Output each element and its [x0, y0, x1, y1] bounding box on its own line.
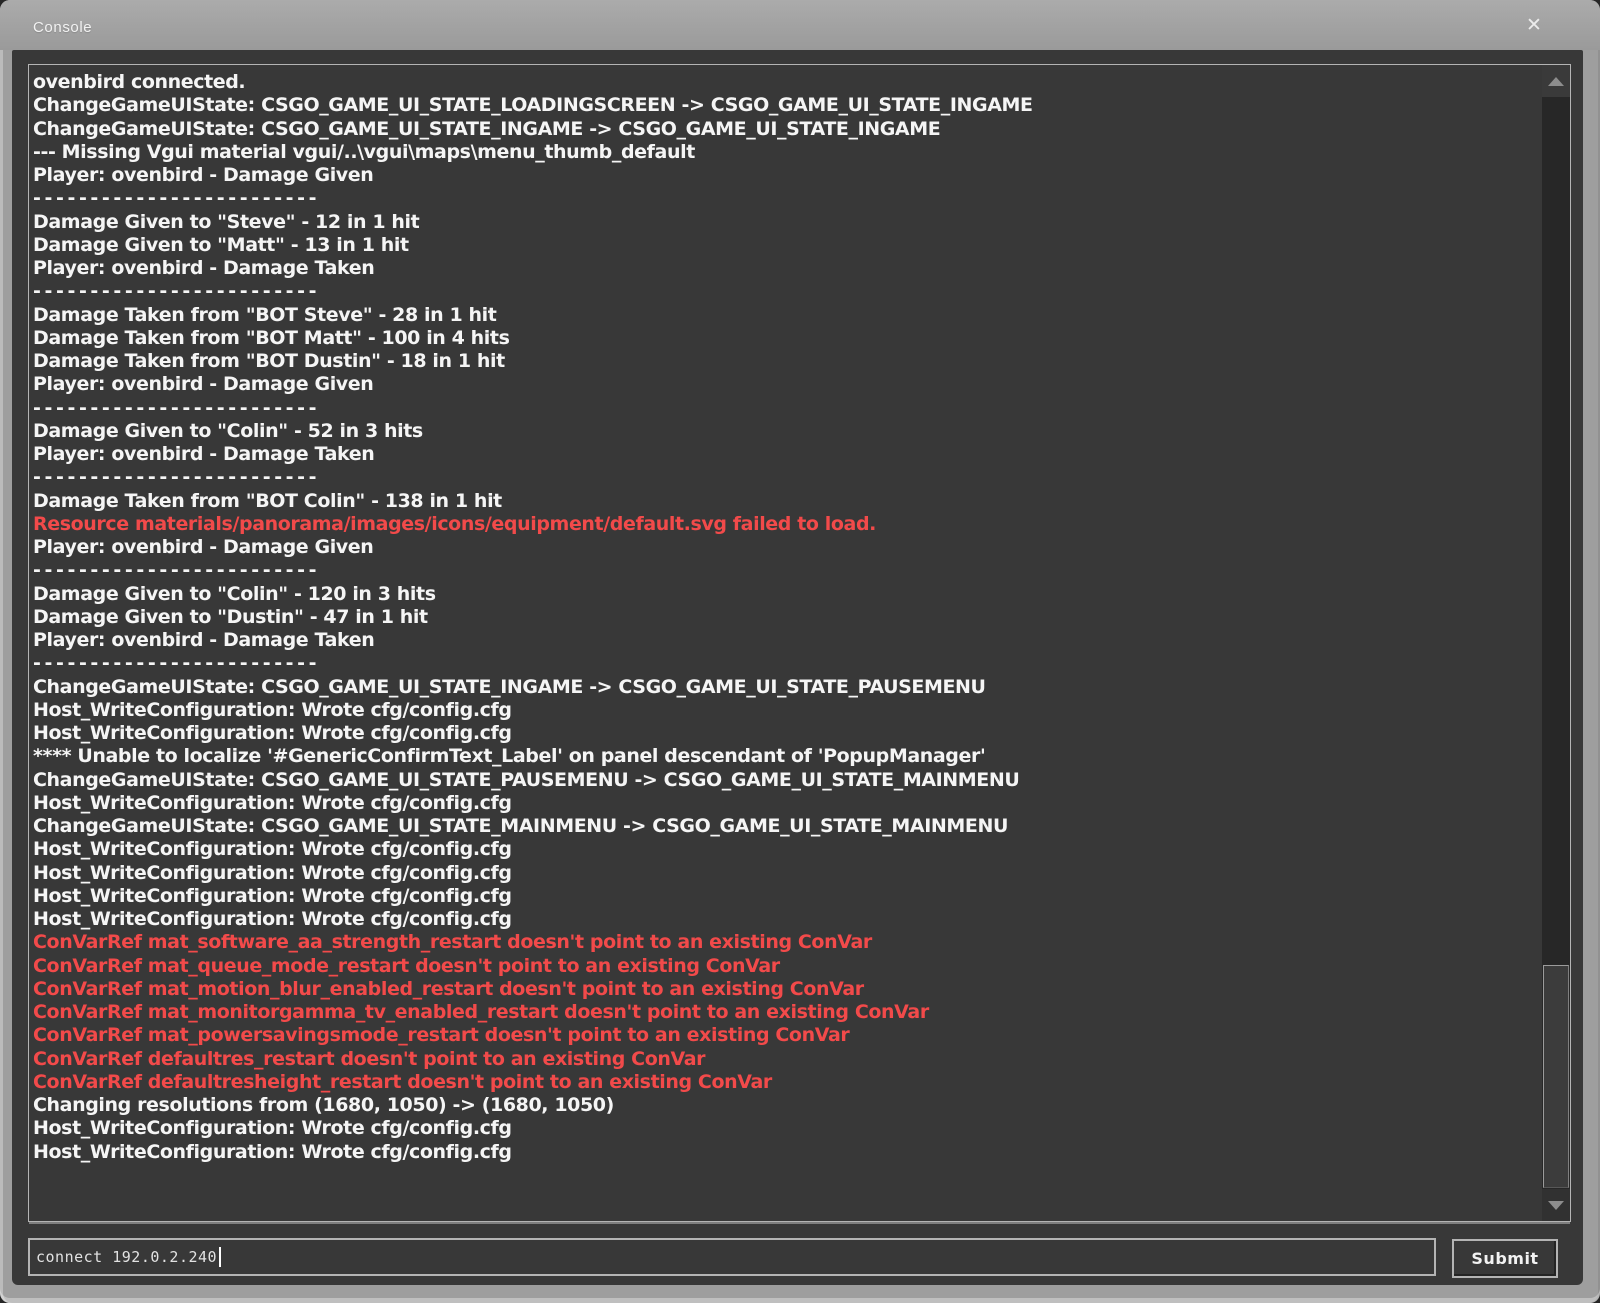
window-title: Console: [33, 19, 92, 36]
console-line: Damage Given to "Matt" - 13 in 1 hit: [33, 234, 1536, 257]
console-line: ovenbird connected.: [33, 71, 1536, 94]
console-line: Damage Given to "Colin" - 52 in 3 hits: [33, 420, 1536, 443]
console-line: Host_WriteConfiguration: Wrote cfg/confi…: [33, 862, 1536, 885]
console-line: ConVarRef defaultres_restart doesn't poi…: [33, 1048, 1536, 1071]
scroll-up-button[interactable]: [1542, 65, 1570, 97]
console-panel: ovenbird connected.ChangeGameUIState: CS…: [12, 50, 1583, 1285]
scroll-down-button[interactable]: [1542, 1189, 1570, 1221]
console-window: Console ✕ ovenbird connected.ChangeGameU…: [0, 0, 1600, 1303]
console-line: ChangeGameUIState: CSGO_GAME_UI_STATE_PA…: [33, 769, 1536, 792]
console-line: Damage Given to "Colin" - 120 in 3 hits: [33, 583, 1536, 606]
console-line: ChangeGameUIState: CSGO_GAME_UI_STATE_LO…: [33, 94, 1536, 117]
console-line: Host_WriteConfiguration: Wrote cfg/confi…: [33, 908, 1536, 931]
console-line: Player: ovenbird - Damage Given: [33, 373, 1536, 396]
console-line: ConVarRef mat_monitorgamma_tv_enabled_re…: [33, 1001, 1536, 1024]
scroll-up-icon: [1548, 77, 1564, 86]
text-cursor: [219, 1247, 221, 1267]
console-log-lines: ovenbird connected.ChangeGameUIState: CS…: [29, 65, 1542, 1221]
console-line: --- Missing Vgui material vgui/..\vgui\m…: [33, 141, 1536, 164]
console-line: Resource materials/panorama/images/icons…: [33, 513, 1536, 536]
console-line: ConVarRef mat_queue_mode_restart doesn't…: [33, 955, 1536, 978]
console-line-separator: -------------------------: [33, 280, 1536, 303]
console-line: Host_WriteConfiguration: Wrote cfg/confi…: [33, 885, 1536, 908]
console-line: Host_WriteConfiguration: Wrote cfg/confi…: [33, 699, 1536, 722]
console-line-separator: -------------------------: [33, 559, 1536, 582]
console-line: ConVarRef defaultresheight_restart doesn…: [33, 1071, 1536, 1094]
console-command-input[interactable]: connect 192.0.2.240: [28, 1238, 1436, 1276]
console-line: Player: ovenbird - Damage Given: [33, 536, 1536, 559]
console-line: Host_WriteConfiguration: Wrote cfg/confi…: [33, 722, 1536, 745]
console-line: Damage Given to "Dustin" - 47 in 1 hit: [33, 606, 1536, 629]
console-line: Player: ovenbird - Damage Given: [33, 164, 1536, 187]
console-line: ChangeGameUIState: CSGO_GAME_UI_STATE_IN…: [33, 676, 1536, 699]
console-line-separator: -------------------------: [33, 187, 1536, 210]
console-line: **** Unable to localize '#GenericConfirm…: [33, 745, 1536, 768]
console-line: Damage Taken from "BOT Matt" - 100 in 4 …: [33, 327, 1536, 350]
scrollbar[interactable]: [1542, 65, 1570, 1221]
console-line: Damage Given to "Steve" - 12 in 1 hit: [33, 211, 1536, 234]
close-button[interactable]: ✕: [1521, 12, 1547, 38]
console-line: Player: ovenbird - Damage Taken: [33, 629, 1536, 652]
console-line: Player: ovenbird - Damage Taken: [33, 443, 1536, 466]
console-log[interactable]: ovenbird connected.ChangeGameUIState: CS…: [28, 64, 1571, 1222]
submit-button[interactable]: Submit: [1452, 1239, 1558, 1278]
console-line-separator: -------------------------: [33, 466, 1536, 489]
close-icon: ✕: [1526, 16, 1542, 35]
console-line: Damage Taken from "BOT Steve" - 28 in 1 …: [33, 304, 1536, 327]
command-input-value: connect 192.0.2.240: [36, 1248, 217, 1266]
titlebar[interactable]: Console ✕: [0, 0, 1600, 50]
console-line-separator: -------------------------: [33, 652, 1536, 675]
console-line: ChangeGameUIState: CSGO_GAME_UI_STATE_MA…: [33, 815, 1536, 838]
console-line: Host_WriteConfiguration: Wrote cfg/confi…: [33, 792, 1536, 815]
submit-button-label: Submit: [1471, 1249, 1538, 1268]
console-line: Damage Taken from "BOT Dustin" - 18 in 1…: [33, 350, 1536, 373]
scroll-down-icon: [1548, 1201, 1564, 1210]
scrollbar-thumb[interactable]: [1543, 965, 1569, 1188]
console-line: Host_WriteConfiguration: Wrote cfg/confi…: [33, 1141, 1536, 1164]
console-line: ChangeGameUIState: CSGO_GAME_UI_STATE_IN…: [33, 118, 1536, 141]
console-line: Host_WriteConfiguration: Wrote cfg/confi…: [33, 838, 1536, 861]
console-line: ConVarRef mat_powersavingsmode_restart d…: [33, 1024, 1536, 1047]
console-line: Player: ovenbird - Damage Taken: [33, 257, 1536, 280]
console-line: ConVarRef mat_software_aa_strength_resta…: [33, 931, 1536, 954]
console-line: Host_WriteConfiguration: Wrote cfg/confi…: [33, 1117, 1536, 1140]
console-line-separator: -------------------------: [33, 397, 1536, 420]
console-line: Damage Taken from "BOT Colin" - 138 in 1…: [33, 490, 1536, 513]
console-line: Changing resolutions from (1680, 1050) -…: [33, 1094, 1536, 1117]
console-line: ConVarRef mat_motion_blur_enabled_restar…: [33, 978, 1536, 1001]
